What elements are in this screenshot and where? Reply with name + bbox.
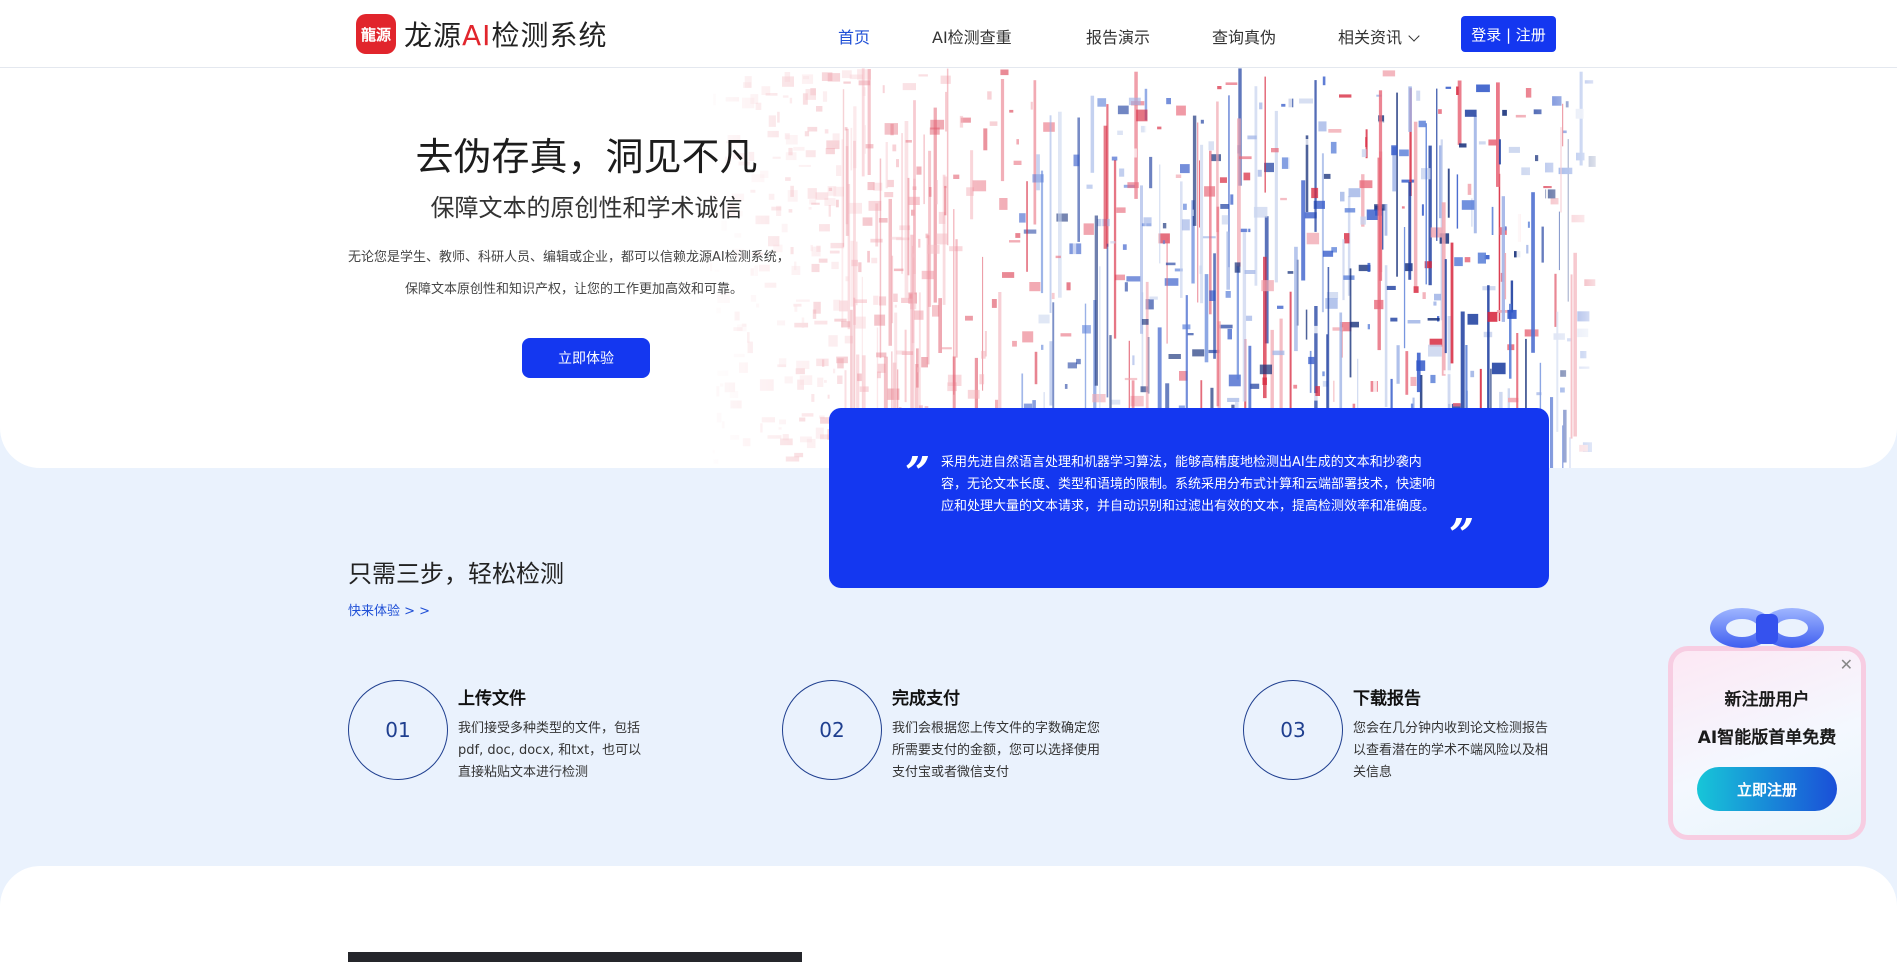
nav-item-news[interactable]: 相关资讯 [1338, 24, 1420, 48]
quick-try-link[interactable]: 快来体验 > > [348, 600, 430, 619]
gift-bow-icon [1710, 608, 1824, 648]
chevron-down-icon [1408, 30, 1420, 42]
quote-text: 采用先进自然语言处理和机器学习算法，能够高精度地检测出AI生成的文本和抄袭内容，… [941, 455, 1436, 514]
top-header: 龍源 龙源AI检测系统 首页 AI检测查重 报告演示 查询真伪 相关资讯 登录 … [0, 0, 1897, 68]
login-register-button[interactable]: 登录 | 注册 [1461, 16, 1556, 52]
promo-headline: 新注册用户 [1724, 690, 1810, 710]
step-2-title: 完成支付 [892, 689, 960, 709]
quote-close-icon: ” [1449, 510, 1475, 561]
nav-item-news-label: 相关资讯 [1338, 28, 1403, 47]
step-2-description: 我们会根据您上传文件的字数确定您所需要支付的金额，您可以选择使用支付宝或者微信支… [892, 721, 1101, 780]
step-1-description: 我们接受多种类型的文件，包括pdf, doc, docx, 和txt，也可以直接… [458, 721, 642, 780]
step-1-title: 上传文件 [458, 689, 526, 709]
main-nav: 首页 AI检测查重 报告演示 查询真伪 相关资讯 [0, 0, 1897, 68]
nav-item-report-demo[interactable]: 报告演示 [1086, 24, 1150, 48]
steps-section-title: 只需三步，轻松检测 [348, 560, 564, 588]
nav-item-home[interactable]: 首页 [838, 24, 870, 48]
hero-description-line-1: 无论您是学生、教师、科研人员、编辑或企业，都可以信赖龙源AI检测系统， [348, 250, 790, 265]
hero-title: 去伪存真，洞见不凡 [415, 135, 758, 179]
step-3-number: 03 [1243, 680, 1343, 780]
new-user-promo-popup: ✕ 新注册用户 AI智能版首单免费 立即注册 [1668, 646, 1866, 840]
nav-item-ai-check[interactable]: AI检测查重 [932, 24, 1012, 48]
feature-quote-card: ” 采用先进自然语言处理和机器学习算法，能够高精度地检测出AI生成的文本和抄袭内… [829, 408, 1549, 588]
close-icon[interactable]: ✕ [1840, 655, 1853, 674]
step-3-description: 您会在几分钟内收到论文检测报告以查看潜在的学术不端风险以及相关信息 [1353, 721, 1549, 780]
step-1-number: 01 [348, 680, 448, 780]
hero-subtitle: 保障文本的原创性和学术诚信 [430, 194, 743, 222]
quote-open-icon: ” [905, 448, 931, 499]
promo-offer: AI智能版首单免费 [1697, 728, 1837, 748]
hero-description-line-2: 保障文本原创性和知识产权，让您的工作更加高效和可靠。 [405, 282, 744, 297]
next-section [0, 866, 1897, 962]
step-2-number: 02 [782, 680, 882, 780]
try-now-button[interactable]: 立即体验 [522, 338, 650, 378]
step-3-title: 下载报告 [1353, 689, 1421, 709]
nav-item-verify[interactable]: 查询真伪 [1212, 24, 1276, 48]
register-now-button[interactable]: 立即注册 [1697, 767, 1837, 811]
video-preview-top-edge [348, 952, 802, 962]
